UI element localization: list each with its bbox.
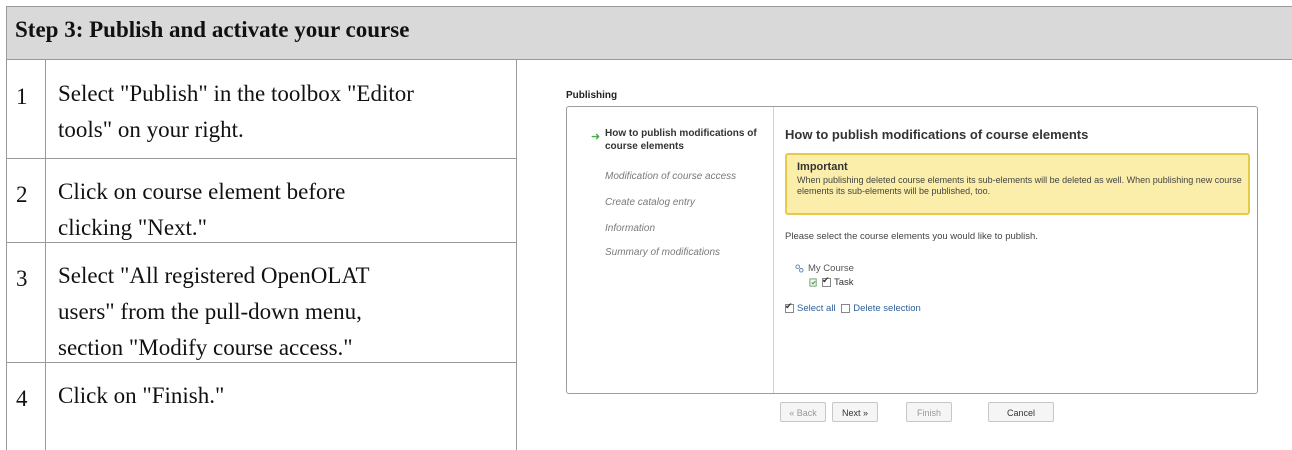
tree-root-label: My Course xyxy=(808,263,854,274)
wizard-step-modify-access[interactable]: Modification of course access xyxy=(605,171,736,182)
step-text: Click on course element before clicking … xyxy=(58,174,508,246)
step-text: Click on "Finish." xyxy=(58,378,508,414)
table-header-row: Step 3: Publish and activate your course xyxy=(6,6,1292,60)
step-text-line: Click on course element before xyxy=(58,179,346,204)
step-text-line: tools" on your right. xyxy=(58,117,244,142)
select-prompt: Please select the course elements you wo… xyxy=(785,231,1038,242)
notice-title: Important xyxy=(797,161,848,173)
delete-selection-link[interactable]: Delete selection xyxy=(853,303,921,314)
step-text-line: Select "Publish" in the toolbox "Editor xyxy=(58,81,414,106)
task-checkbox[interactable] xyxy=(822,275,831,287)
delete-selection-checkbox[interactable] xyxy=(841,303,851,313)
step-number: 2 xyxy=(16,182,28,207)
back-button[interactable]: « Back xyxy=(780,402,826,422)
tree-child-label: Task xyxy=(834,277,854,288)
step-text: Select "Publish" in the toolbox "Editor … xyxy=(58,76,508,148)
wizard-button-row: « Back Next » Finish Cancel xyxy=(552,402,1272,426)
tree-root-node[interactable]: My Course xyxy=(795,263,854,274)
course-tree-icon xyxy=(795,264,804,273)
step-text-line: users" from the pull-down menu, xyxy=(58,299,362,324)
step-text-line: Select "All registered OpenOLAT xyxy=(58,263,370,288)
publishing-wizard-screenshot: Publishing ➜ How to publish modification… xyxy=(552,84,1272,432)
wizard-step-summary[interactable]: Summary of modifications xyxy=(605,247,720,258)
wizard-step-nav: ➜ How to publish modifications of course… xyxy=(567,107,774,393)
wizard-step-label: course elements xyxy=(605,141,684,152)
row-divider xyxy=(6,158,517,159)
section-title: Step 3: Publish and activate your course xyxy=(15,17,410,42)
step-text-line: section "Modify course access." xyxy=(58,335,353,360)
selection-links: Select all Delete selection xyxy=(785,301,921,314)
wizard-step-catalog-entry[interactable]: Create catalog entry xyxy=(605,197,695,208)
wizard-step-label: How to publish modifications of xyxy=(605,128,757,139)
select-all-link[interactable]: Select all xyxy=(797,303,836,314)
cancel-button[interactable]: Cancel xyxy=(988,402,1054,422)
wizard-frame: ➜ How to publish modifications of course… xyxy=(566,106,1258,394)
next-button[interactable]: Next » xyxy=(832,402,878,422)
step-number: 4 xyxy=(16,386,28,411)
content-title: How to publish modifications of course e… xyxy=(785,127,1089,142)
important-notice: Important When publishing deleted course… xyxy=(785,153,1250,215)
wizard-step-active[interactable]: How to publish modifications of course e… xyxy=(605,127,765,153)
select-all-checkbox[interactable] xyxy=(785,301,794,313)
wizard-content: How to publish modifications of course e… xyxy=(785,107,1255,393)
step-number: 1 xyxy=(16,84,28,109)
tree-child-node[interactable]: Task xyxy=(809,275,854,288)
step-text-line: Click on "Finish." xyxy=(58,383,225,408)
step-text: Select "All registered OpenOLAT users" f… xyxy=(58,258,508,366)
notice-text: When publishing deleted course elements … xyxy=(797,175,1242,196)
wizard-step-information[interactable]: Information xyxy=(605,223,655,234)
finish-button[interactable]: Finish xyxy=(906,402,952,422)
step-number: 3 xyxy=(16,266,28,291)
wizard-title: Publishing xyxy=(566,90,618,101)
task-file-icon xyxy=(809,278,817,287)
arrow-right-icon: ➜ xyxy=(591,131,601,143)
step-text-line: clicking "Next." xyxy=(58,215,208,240)
